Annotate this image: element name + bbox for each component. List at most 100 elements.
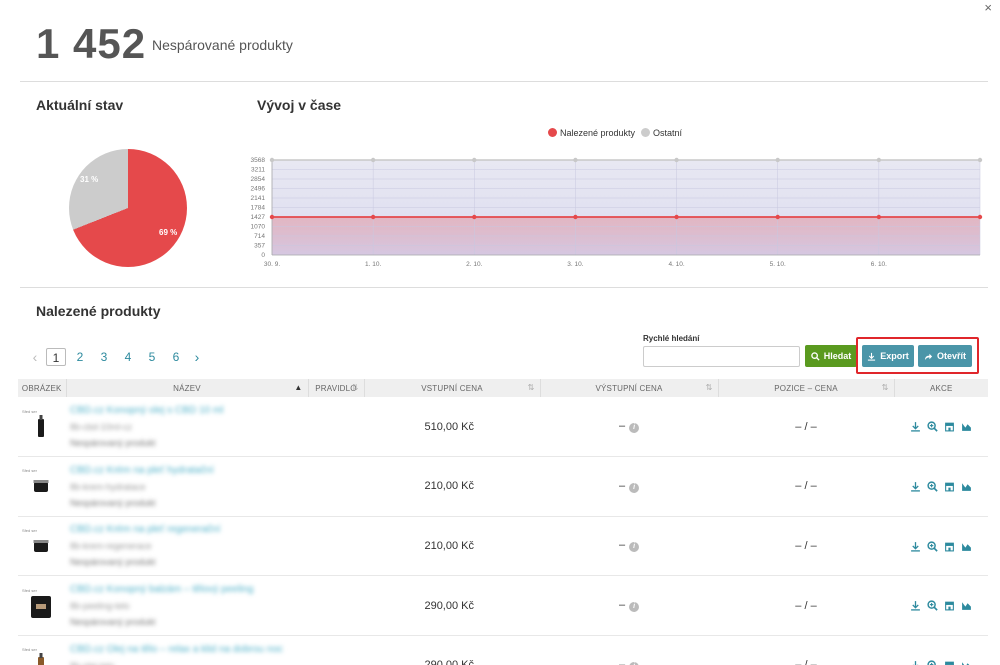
sort-icon: ⇅ [881,383,889,392]
product-name-cell: CBD.cz Konopný balzám – tělový peeling 8… [66,575,308,636]
col-input-price[interactable]: Vstupní cena ⇅ [364,379,541,397]
prev-page-icon[interactable]: ‹ [28,349,42,365]
product-image-cell: Sfed ser [18,456,66,517]
zoom-icon[interactable] [927,481,938,492]
download-icon[interactable] [910,421,921,432]
col-name[interactable]: Název ▲ [66,379,309,397]
sort-icon: ⇅ [705,383,713,392]
output-price: – [618,658,626,665]
product-name-link[interactable]: CBD.cz Krém na pleť hydratační [70,465,308,476]
download-icon[interactable] [910,600,921,611]
sort-icon: ⇅ [351,383,359,392]
pie-chart [69,149,187,267]
unpaired-label: Nespárované produkty [152,37,293,53]
position-price: – / – [718,397,894,458]
x-tick-label: 5. 10. [770,261,786,268]
output-price-cell: –i [540,516,718,577]
page-1[interactable]: 1 [46,348,66,366]
product-name-link[interactable]: CBD.cz Konopný balzám – tělový peeling [70,584,308,595]
zoom-icon[interactable] [927,600,938,611]
chart-icon[interactable] [961,660,972,665]
table-row: Sfed ser CBD.cz Krém na pleť hydratační … [18,456,988,517]
actions-cell [894,635,988,665]
output-price-cell: –i [540,456,718,517]
input-price: 290,00 Kč [364,575,540,636]
product-image[interactable]: Sfed ser [22,588,60,624]
page-4[interactable]: 4 [118,348,138,366]
product-status: Nespárovaný produkt [70,497,156,508]
y-tick-label: 2496 [251,186,266,193]
product-image[interactable]: Sfed ser [22,528,60,564]
shop-icon[interactable] [944,541,955,552]
info-icon[interactable]: i [629,602,640,613]
point-found [674,214,679,220]
col-rule[interactable]: Pravidlo ⇅ [308,379,365,397]
product-name-link[interactable]: CBD.cz Krém na pleť regenerační [70,524,308,535]
shop-icon[interactable] [944,600,955,611]
col-image: Obrázek [18,379,67,397]
point-other [876,157,882,163]
chart-icon[interactable] [961,481,972,492]
info-icon[interactable]: i [629,482,640,493]
chart-icon[interactable] [961,421,972,432]
rule-cell [308,635,364,665]
product-code: 8b-cbd-10ml-cz [70,422,133,433]
zoom-icon[interactable] [927,421,938,432]
y-tick-label: 357 [254,242,265,249]
chart-icon[interactable] [961,600,972,611]
chart-icon[interactable] [961,541,972,552]
position-price: – / – [718,635,894,665]
shop-icon[interactable] [944,421,955,432]
x-tick-label: 2. 10. [466,261,482,268]
rule-cell [308,575,364,636]
shop-icon[interactable] [944,660,955,665]
download-icon[interactable] [910,660,921,665]
header: 1 452 Nespárované produkty [0,0,1000,82]
info-icon[interactable]: i [629,542,640,553]
divider [20,81,988,82]
actions-cell [894,516,988,577]
rule-cell [308,456,364,517]
zoom-icon[interactable] [927,660,938,665]
rule-cell [308,516,364,577]
product-name-link[interactable]: CBD.cz Olej na tělo – relax a klid na do… [70,644,308,655]
next-page-icon[interactable]: › [190,349,204,365]
y-tick-label: 1427 [251,214,266,221]
search-button[interactable]: Hledat [805,345,857,367]
page-2[interactable]: 2 [70,348,90,366]
zoom-icon[interactable] [927,540,938,552]
legend-other[interactable]: Ostatní [641,128,682,138]
point-found [269,214,275,220]
product-image[interactable]: Sfed ser [22,647,60,665]
product-code: 8b-krem-regenerace [70,541,152,552]
trend-title: Vývoj v čase [257,97,342,113]
actions-cell [894,397,988,458]
info-icon[interactable]: i [629,423,640,434]
point-other [674,157,679,163]
product-image[interactable]: Sfed ser [22,409,60,445]
legend-found[interactable]: Nalezené produkty [548,128,635,138]
page-6[interactable]: 6 [166,348,186,366]
point-found [573,214,578,220]
col-position-price[interactable]: Pozice – cena ⇅ [718,379,895,397]
unpaired-count: 1 452 [36,20,147,67]
product-image[interactable]: Sfed ser [22,468,60,504]
download-icon[interactable] [910,541,921,552]
quick-search-input[interactable] [643,346,800,367]
product-image-cell: Sfed ser [18,516,66,577]
position-price: – / – [718,575,894,636]
col-output-price[interactable]: Výstupní cena ⇅ [540,379,719,397]
product-name-link[interactable]: CBD.cz Konopný olej s CBD 10 ml [70,405,308,416]
page-3[interactable]: 3 [94,348,114,366]
x-tick-label: 3. 10. [567,261,583,268]
table-row: Sfed ser CBD.cz Konopný olej s CBD 10 ml… [18,397,988,458]
output-price-cell: –i [540,397,718,458]
page-5[interactable]: 5 [142,348,162,366]
point-other [775,157,780,163]
found-products-title: Nalezené produkty [36,303,161,319]
shop-icon[interactable] [944,481,955,492]
product-code: 8b-olej-telo [70,661,308,665]
download-icon[interactable] [910,481,921,492]
actions-cell [894,456,988,517]
sort-icon: ⇅ [527,383,535,392]
